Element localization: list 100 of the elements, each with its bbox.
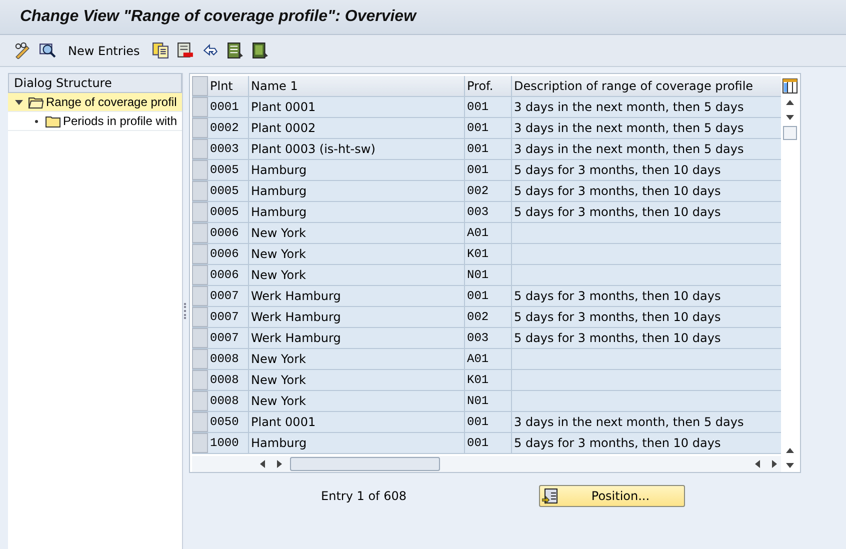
table-cell: 0050 bbox=[208, 412, 249, 432]
row-selector[interactable] bbox=[192, 118, 208, 138]
table-cell: A01 bbox=[465, 349, 512, 369]
table-cell: 0003 bbox=[208, 139, 249, 159]
position-icon bbox=[542, 488, 558, 504]
expanded-icon[interactable] bbox=[15, 100, 23, 104]
table-cell: 0001 bbox=[208, 97, 249, 117]
table-cell: 001 bbox=[465, 286, 512, 306]
row-selector[interactable] bbox=[192, 328, 208, 348]
table-cell-text: 5 days for 3 months, then 10 days bbox=[513, 204, 722, 221]
table-cell: 0005 bbox=[208, 160, 249, 180]
magnifier-icon[interactable] bbox=[39, 42, 56, 59]
table-cell-text: 3 days in the next month, then 5 days bbox=[513, 414, 745, 431]
position-button[interactable]: Position... bbox=[539, 485, 686, 507]
row-selector[interactable] bbox=[192, 139, 208, 159]
table-cell: 003 bbox=[465, 328, 512, 348]
column-header[interactable]: Plnt bbox=[208, 76, 249, 96]
table-cell: Plant 0001 bbox=[249, 412, 465, 432]
select-all-cell[interactable] bbox=[192, 76, 208, 96]
table-cell-text: 3 days in the next month, then 5 days bbox=[513, 120, 745, 137]
table-cell: Werk Hamburg bbox=[249, 286, 465, 306]
table-cell: 002 bbox=[465, 307, 512, 327]
entry-count: Entry 1 of 608 bbox=[321, 489, 406, 503]
scroll-left-icon[interactable] bbox=[755, 460, 760, 468]
scrollbar-thumb[interactable] bbox=[290, 457, 440, 471]
row-selector[interactable] bbox=[192, 391, 208, 411]
row-selector[interactable] bbox=[192, 97, 208, 117]
table-cell: Hamburg bbox=[249, 202, 465, 222]
table-cell: New York bbox=[249, 391, 465, 411]
row-selector[interactable] bbox=[192, 244, 208, 264]
table-cell-text: 5 days for 3 months, then 10 days bbox=[513, 162, 722, 179]
table-cell-text: 5 days for 3 months, then 10 days bbox=[513, 183, 722, 200]
table-cell: 0006 bbox=[208, 223, 249, 243]
table-cell: Hamburg bbox=[249, 433, 465, 453]
row-selector[interactable] bbox=[192, 223, 208, 243]
tree-item[interactable]: Periods in profile with bbox=[8, 112, 182, 131]
table-cell: 001 bbox=[465, 139, 512, 159]
row-selector[interactable] bbox=[192, 433, 208, 453]
delete-row-icon[interactable] bbox=[176, 42, 194, 59]
table-cell: Hamburg bbox=[249, 181, 465, 201]
column-header[interactable]: Prof. bbox=[465, 76, 512, 96]
table-cell: Werk Hamburg bbox=[249, 328, 465, 348]
table-cell: 1000 bbox=[208, 433, 249, 453]
row-selector[interactable] bbox=[192, 202, 208, 222]
table-cell: Plant 0001 bbox=[249, 97, 465, 117]
scrollbar-thumb[interactable] bbox=[782, 126, 796, 140]
scroll-left-icon[interactable] bbox=[260, 460, 265, 468]
table-cell: 001 bbox=[465, 433, 512, 453]
table-cell: New York bbox=[249, 265, 465, 285]
scroll-up-icon[interactable] bbox=[786, 100, 794, 105]
row-selector[interactable] bbox=[192, 349, 208, 369]
row-selector[interactable] bbox=[192, 286, 208, 306]
tree-item[interactable]: Range of coverage profil bbox=[8, 93, 182, 112]
table-cell: New York bbox=[249, 223, 465, 243]
row-selector[interactable] bbox=[192, 181, 208, 201]
row-selector[interactable] bbox=[192, 160, 208, 180]
table-cell-text: 5 days for 3 months, then 10 days bbox=[513, 330, 722, 347]
table-cell-text: 5 days for 3 months, then 10 days bbox=[513, 309, 722, 326]
table-cell: Werk Hamburg bbox=[249, 307, 465, 327]
table-cell: 003 bbox=[465, 202, 512, 222]
table-cell: N01 bbox=[465, 265, 512, 285]
copy-icon[interactable] bbox=[152, 42, 169, 59]
table-cell: A01 bbox=[465, 223, 512, 243]
table-cell-text: 3 days in the next month, then 5 days bbox=[513, 141, 745, 158]
row-selector[interactable] bbox=[192, 265, 208, 285]
scroll-right-icon[interactable] bbox=[277, 460, 282, 468]
table-cell: 0007 bbox=[208, 328, 249, 348]
column-header[interactable]: Name 1 bbox=[249, 76, 465, 96]
table-cell: 0007 bbox=[208, 307, 249, 327]
table-cell: K01 bbox=[465, 244, 512, 264]
table-cell: 0008 bbox=[208, 349, 249, 369]
scroll-down-icon[interactable] bbox=[786, 463, 794, 468]
table-cell: 0007 bbox=[208, 286, 249, 306]
table-cell: New York bbox=[249, 349, 465, 369]
scroll-down-icon[interactable] bbox=[786, 115, 794, 120]
table-cell: 001 bbox=[465, 97, 512, 117]
column-header[interactable]: Description of range of coverage profile bbox=[512, 76, 781, 96]
table-cell-text: 5 days for 3 months, then 10 days bbox=[513, 435, 722, 452]
table-cell: 001 bbox=[465, 118, 512, 138]
open-folder-icon bbox=[28, 96, 44, 108]
panel-header: Dialog Structure bbox=[8, 73, 182, 93]
select-all-icon[interactable] bbox=[226, 42, 244, 59]
row-selector[interactable] bbox=[192, 307, 208, 327]
table-cell: Plant 0002 bbox=[249, 118, 465, 138]
deselect-all-icon[interactable] bbox=[252, 42, 269, 59]
table-cell: 0005 bbox=[208, 181, 249, 201]
row-selector[interactable] bbox=[192, 412, 208, 432]
table-cell: 001 bbox=[465, 160, 512, 180]
column-settings-icon[interactable] bbox=[782, 78, 798, 94]
table-cell: 0008 bbox=[208, 370, 249, 390]
folder-icon bbox=[45, 114, 61, 128]
pencil-glasses-icon[interactable] bbox=[14, 42, 31, 59]
table-cell: 001 bbox=[465, 412, 512, 432]
table-cell: K01 bbox=[465, 370, 512, 390]
new-entries-button[interactable]: New Entries bbox=[64, 44, 144, 58]
table-cell-text: 3 days in the next month, then 5 days bbox=[513, 99, 745, 116]
row-selector[interactable] bbox=[192, 370, 208, 390]
table-cell: Plant 0003 (is-ht-sw) bbox=[249, 139, 465, 159]
table-cell: 002 bbox=[465, 181, 512, 201]
scroll-up-icon[interactable] bbox=[786, 448, 794, 453]
